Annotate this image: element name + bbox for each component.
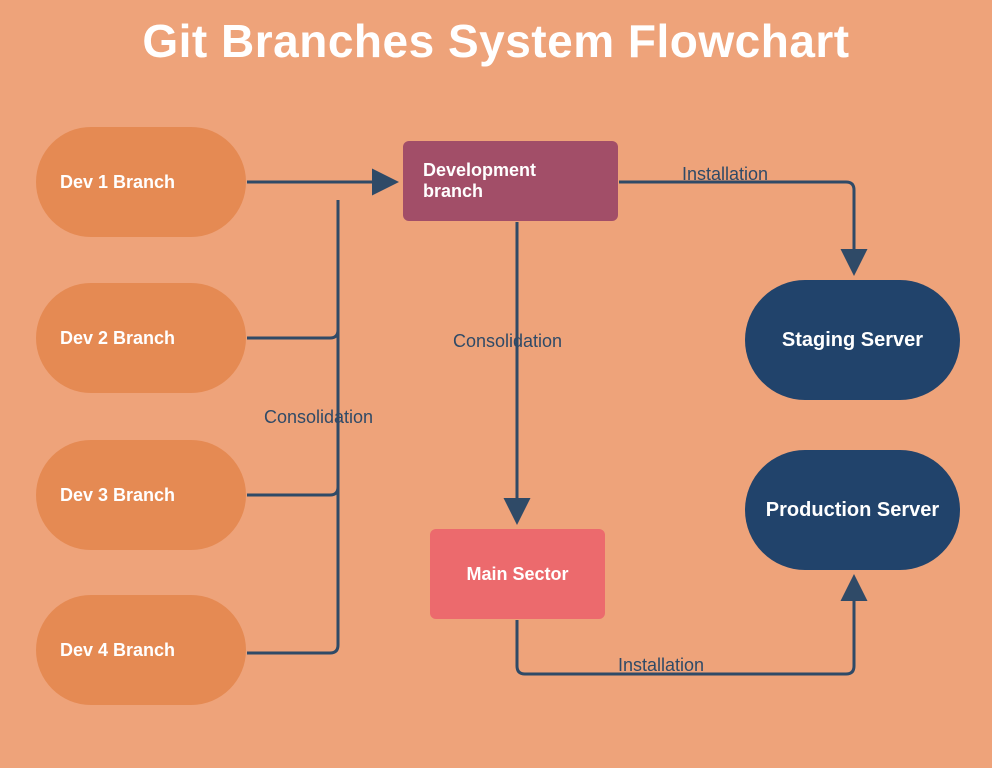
label-installation-production: Installation <box>618 655 704 676</box>
label-installation-staging: Installation <box>682 164 768 185</box>
label-consolidation-devs: Consolidation <box>264 407 373 428</box>
node-development-label: Development branch <box>423 160 598 202</box>
node-production: Production Server <box>745 450 960 570</box>
node-dev2: Dev 2 Branch <box>36 283 246 393</box>
node-dev4: Dev 4 Branch <box>36 595 246 705</box>
arrow-dev2-to-development <box>247 200 338 338</box>
node-staging-label: Staging Server <box>782 329 923 352</box>
node-dev2-label: Dev 2 Branch <box>60 328 175 349</box>
node-main: Main Sector <box>430 529 605 619</box>
node-main-label: Main Sector <box>466 564 568 585</box>
node-dev4-label: Dev 4 Branch <box>60 640 175 661</box>
arrow-development-to-staging <box>619 182 854 270</box>
node-development: Development branch <box>403 141 618 221</box>
node-staging: Staging Server <box>745 280 960 400</box>
node-dev3-label: Dev 3 Branch <box>60 485 175 506</box>
node-dev3: Dev 3 Branch <box>36 440 246 550</box>
page-title: Git Branches System Flowchart <box>0 0 992 68</box>
label-consolidation-main: Consolidation <box>453 331 562 352</box>
node-production-label: Production Server <box>766 499 939 522</box>
arrow-dev3-to-development <box>247 200 338 495</box>
node-dev1-label: Dev 1 Branch <box>60 172 175 193</box>
node-dev1: Dev 1 Branch <box>36 127 246 237</box>
